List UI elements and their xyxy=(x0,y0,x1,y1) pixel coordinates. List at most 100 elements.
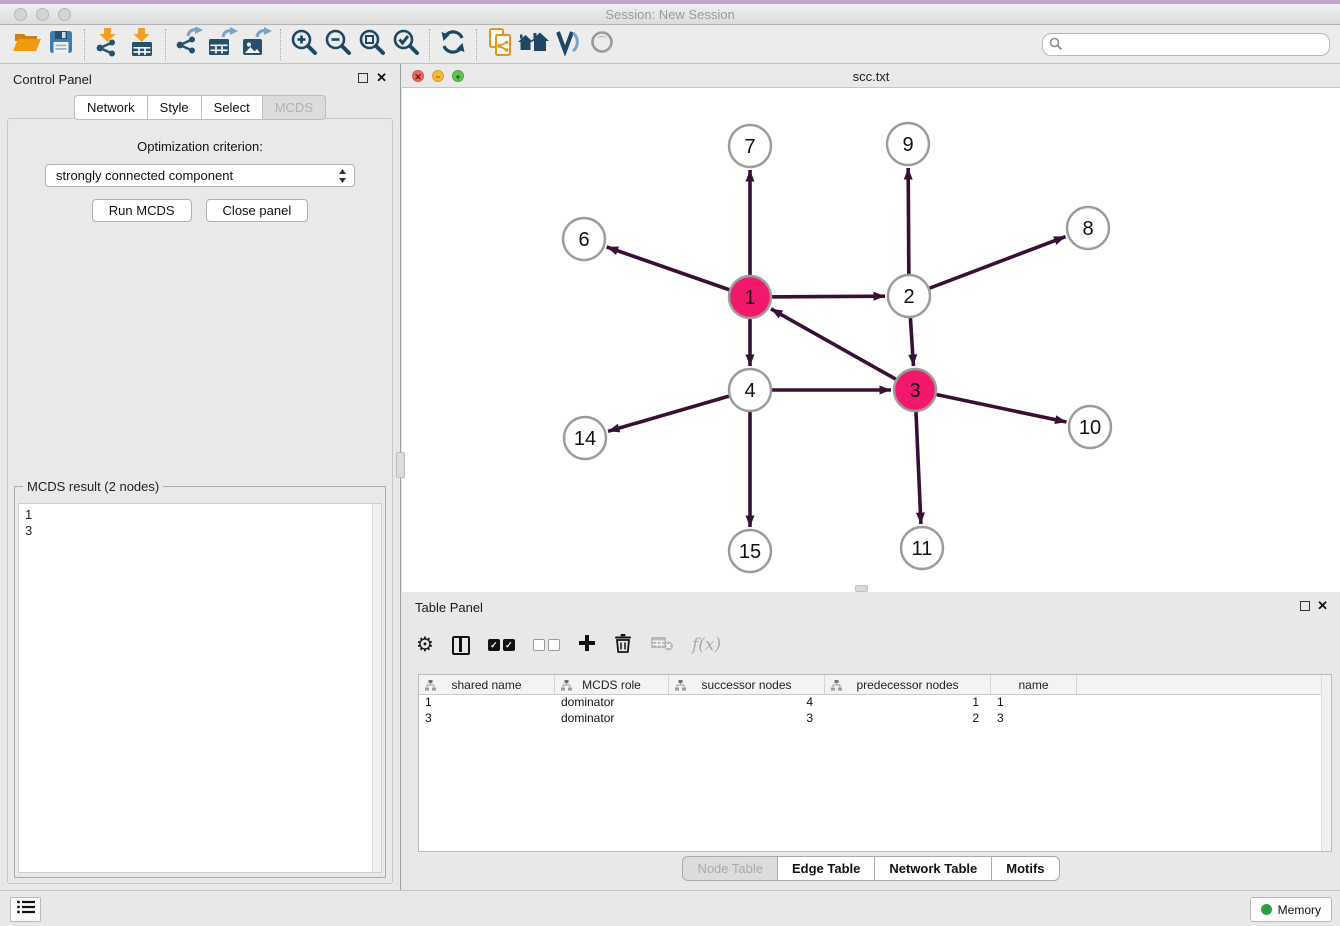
graphics-details-button[interactable] xyxy=(551,29,585,61)
cell-shared-name: 1 xyxy=(419,695,555,711)
column-header-mcds-role[interactable]: MCDS role xyxy=(555,675,669,694)
zoom-fit-button[interactable] xyxy=(355,29,389,61)
graph-node-label: 8 xyxy=(1082,218,1093,240)
mcds-result-title: MCDS result (2 nodes) xyxy=(23,479,163,494)
home-button[interactable] xyxy=(517,29,551,61)
create-column-button[interactable] xyxy=(578,634,596,657)
open-session-button[interactable] xyxy=(10,29,44,61)
save-session-button[interactable] xyxy=(44,29,78,61)
window-title: Session: New Session xyxy=(0,7,1340,22)
network-title: scc.txt xyxy=(402,69,1340,84)
import-network-icon xyxy=(94,27,122,62)
cell-mcds-role: dominator xyxy=(555,711,669,727)
eye-button[interactable] xyxy=(585,29,619,61)
show-columns-button[interactable] xyxy=(452,636,470,655)
float-panel-icon[interactable] xyxy=(1300,601,1310,611)
cell-successor-nodes: 4 xyxy=(669,695,825,711)
deselect-all-columns-button[interactable] xyxy=(533,639,560,651)
column-header-shared-name[interactable]: shared name xyxy=(419,675,555,694)
export-image-button[interactable] xyxy=(240,29,274,61)
cell-shared-name: 3 xyxy=(419,711,555,727)
checked-boxes-icon: ✓✓ xyxy=(488,639,515,651)
import-table-button[interactable] xyxy=(125,29,159,61)
tab-select[interactable]: Select xyxy=(202,95,263,120)
control-panel: Control Panel ✕ Network Style Select MCD… xyxy=(0,64,401,890)
table-scrollbar[interactable] xyxy=(1321,675,1331,851)
column-header-predecessor-nodes[interactable]: predecessor nodes xyxy=(825,675,991,694)
tab-network[interactable]: Network xyxy=(74,95,148,120)
column-label: name xyxy=(1018,678,1048,692)
network-file-button[interactable] xyxy=(483,29,517,61)
network-canvas[interactable]: 1234678910111415 xyxy=(402,88,1340,592)
tab-style[interactable]: Style xyxy=(148,95,202,120)
select-all-columns-button[interactable]: ✓✓ xyxy=(488,639,515,651)
tab-motifs[interactable]: Motifs xyxy=(992,856,1059,881)
tab-node-table[interactable]: Node Table xyxy=(682,856,778,881)
node-table[interactable]: shared name MCDS role successor nodes pr… xyxy=(418,674,1332,852)
run-mcds-button[interactable]: Run MCDS xyxy=(92,199,192,222)
delete-table-button[interactable] xyxy=(650,634,674,657)
result-scrollbar[interactable] xyxy=(372,504,381,872)
zoom-in-button[interactable] xyxy=(287,29,321,61)
graph-node-label: 14 xyxy=(574,428,596,450)
open-folder-icon xyxy=(12,29,42,60)
function-builder-button[interactable]: f(x) xyxy=(692,635,721,655)
control-panel-tabs: Network Style Select MCDS xyxy=(0,95,400,120)
optimization-criterion-label: Optimization criterion: xyxy=(8,139,392,154)
horizontal-splitter-handle[interactable] xyxy=(855,585,868,592)
close-panel-icon[interactable]: ✕ xyxy=(1317,598,1328,614)
graph-node-label: 1 xyxy=(744,287,755,309)
memory-button[interactable]: Memory xyxy=(1250,897,1332,922)
export-network-icon xyxy=(174,27,204,62)
close-panel-icon[interactable]: ✕ xyxy=(376,70,387,86)
table-toolbar: ⚙ ✓✓ xyxy=(416,626,721,664)
network-graph[interactable]: 1234678910111415 xyxy=(402,88,1340,592)
column-header-successor-nodes[interactable]: successor nodes xyxy=(669,675,825,694)
import-table-icon xyxy=(128,27,156,62)
chevron-up-down-icon xyxy=(338,168,347,190)
network-titlebar: ✕ − + scc.txt xyxy=(402,64,1340,88)
hierarchy-icon xyxy=(831,680,842,694)
search-icon xyxy=(1049,37,1063,56)
graph-edge-2-8[interactable] xyxy=(909,237,1066,296)
float-panel-icon[interactable] xyxy=(358,73,368,83)
optimization-criterion-select[interactable]: strongly connected component xyxy=(45,164,355,187)
network-view-window: ✕ − + scc.txt 1234678910111415 xyxy=(402,64,1340,592)
graph-node-label: 11 xyxy=(912,538,933,560)
mcds-result-text[interactable]: 1 3 xyxy=(18,503,382,873)
zoom-selected-button[interactable] xyxy=(389,29,423,61)
memory-status-icon xyxy=(1261,904,1272,915)
delete-column-button[interactable] xyxy=(614,633,632,658)
graph-edge-3-1[interactable] xyxy=(771,309,915,390)
table-panel-title: Table Panel xyxy=(415,600,483,615)
vertical-splitter-handle[interactable] xyxy=(396,452,405,478)
import-network-button[interactable] xyxy=(91,29,125,61)
tab-edge-table[interactable]: Edge Table xyxy=(778,856,875,881)
columns-icon xyxy=(452,636,470,655)
tab-mcds[interactable]: MCDS xyxy=(263,95,326,120)
close-panel-button[interactable]: Close panel xyxy=(206,199,309,222)
export-table-button[interactable] xyxy=(206,29,240,61)
zoom-out-button[interactable] xyxy=(321,29,355,61)
network-file-icon xyxy=(486,27,514,62)
graph-edge-3-10[interactable] xyxy=(915,390,1067,422)
export-network-button[interactable] xyxy=(172,29,206,61)
toolbar-separator xyxy=(280,29,281,61)
task-history-button[interactable] xyxy=(10,897,41,922)
application-window: Session: New Session xyxy=(0,0,1340,926)
hierarchy-icon xyxy=(561,680,572,694)
eye-icon xyxy=(587,30,617,59)
control-panel-header: Control Panel ✕ xyxy=(0,64,400,94)
cell-name: 3 xyxy=(991,711,1077,727)
table-settings-button[interactable]: ⚙ xyxy=(416,635,434,655)
tab-network-table[interactable]: Network Table xyxy=(875,856,992,881)
zoom-fit-icon xyxy=(358,28,386,61)
search-input[interactable] xyxy=(1042,33,1330,56)
table-row[interactable]: 3 dominator 3 2 3 xyxy=(419,711,1331,727)
graph-edge-1-6[interactable] xyxy=(607,247,750,297)
graph-node-label: 7 xyxy=(744,136,755,158)
table-row[interactable]: 1 dominator 4 1 1 xyxy=(419,695,1331,711)
graphics-details-icon xyxy=(554,28,582,61)
refresh-view-button[interactable] xyxy=(436,29,470,61)
column-header-name[interactable]: name xyxy=(991,675,1077,694)
